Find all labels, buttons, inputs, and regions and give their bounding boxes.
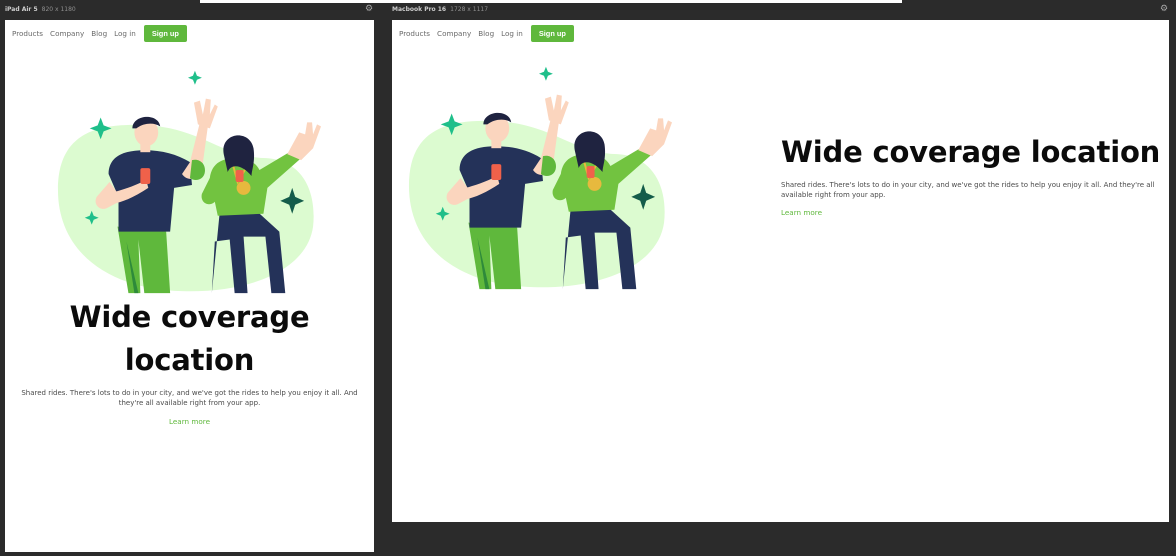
nav-login[interactable]: Log in (501, 29, 523, 38)
hero-title: Wide coverage location (781, 135, 1161, 169)
learn-more-link[interactable]: Learn more (5, 417, 374, 426)
top-nav: Products Company Blog Log in Sign up (12, 25, 187, 42)
sparkle-icon (187, 70, 202, 85)
canvas-top-strip (200, 0, 902, 3)
nav-company[interactable]: Company (50, 29, 84, 38)
signup-button[interactable]: Sign up (530, 25, 574, 42)
device-name: Macbook Pro 16 (392, 6, 447, 13)
hero-illustration (57, 70, 321, 294)
nav-company[interactable]: Company (437, 29, 471, 38)
tablet-frame: Products Company Blog Log in Sign up Wid… (5, 20, 374, 552)
signup-button[interactable]: Sign up (143, 25, 187, 42)
device-dims: 1728 x 1117 (450, 6, 489, 13)
nav-login[interactable]: Log in (114, 29, 136, 38)
nav-blog[interactable]: Blog (91, 29, 107, 38)
device-name: iPad Air 5 (5, 6, 38, 13)
nav-products[interactable]: Products (399, 29, 430, 38)
sparkle-icon (538, 66, 553, 81)
hero-title-line2: location (124, 343, 255, 377)
hero-body: Shared rides. There's lots to do in your… (781, 181, 1155, 199)
learn-more-link[interactable]: Learn more (781, 208, 822, 217)
gear-icon[interactable]: ⚙ (1160, 4, 1168, 14)
device-dims: 820 x 1180 (41, 6, 76, 13)
desktop-frame: Products Company Blog Log in Sign up Wid… (392, 20, 1169, 522)
hero-illustration (408, 66, 672, 290)
hero-body: Shared rides. There's lots to do in your… (21, 389, 358, 407)
nav-products[interactable]: Products (12, 29, 43, 38)
top-nav: Products Company Blog Log in Sign up (399, 25, 574, 42)
nav-blog[interactable]: Blog (478, 29, 494, 38)
hero-title-line1: Wide coverage (69, 300, 310, 334)
hero-title: Wide coverage location (5, 296, 374, 382)
device-label-desktop: Macbook Pro 16 1728 x 1117 (392, 6, 488, 13)
device-label-tablet: iPad Air 5 820 x 1180 (5, 6, 76, 13)
gear-icon[interactable]: ⚙ (365, 4, 373, 14)
